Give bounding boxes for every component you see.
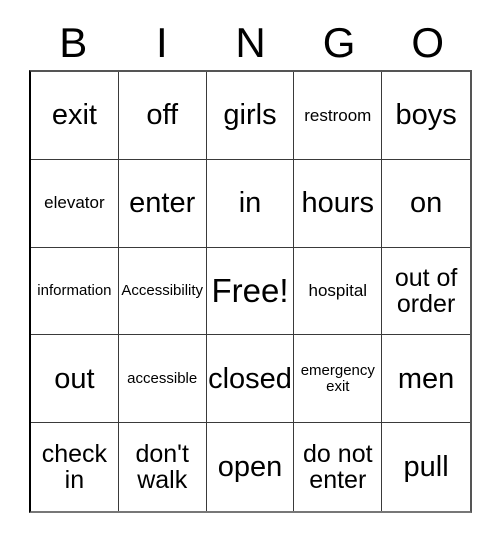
bingo-card: B I N G O exit off girls restroom boys elevat… <box>0 0 500 544</box>
bingo-cell-label: do not enter <box>303 440 373 495</box>
header-letter-text: G <box>322 19 356 66</box>
header-letter-text: I <box>156 19 168 66</box>
bingo-cell-r5c3[interactable]: open <box>206 423 295 511</box>
bingo-cell-r2c4[interactable]: hours <box>294 159 383 248</box>
bingo-cell-label: boys <box>395 99 457 132</box>
bingo-cell-label: out <box>54 362 95 395</box>
header-letter-text: N <box>235 19 266 66</box>
bingo-cell-r4c1[interactable]: out <box>31 335 119 424</box>
bingo-cell-r3c4[interactable]: hospital <box>294 247 383 336</box>
bingo-cell-label: Accessibility <box>121 282 204 300</box>
bingo-cell-r5c2[interactable]: don't walk <box>118 423 207 511</box>
bingo-header-letter-g: G <box>295 18 384 68</box>
bingo-cell-label: exit <box>51 99 97 132</box>
bingo-cell-label: Free! <box>211 271 289 309</box>
bingo-cell-label: off <box>146 99 179 132</box>
bingo-cell-label: hours <box>301 187 375 220</box>
bingo-cell-label: information <box>37 282 112 300</box>
bingo-cell-r4c5[interactable]: men <box>382 335 470 424</box>
bingo-cell-r4c4[interactable]: emergency exit <box>294 335 383 424</box>
bingo-cell-label: out of order <box>394 263 458 318</box>
bingo-cell-r1c4[interactable]: restroom <box>294 72 383 160</box>
header-letter-text: B <box>59 19 88 66</box>
bingo-cell-r2c3[interactable]: in <box>206 159 295 248</box>
bingo-cell-label: enter <box>129 187 196 220</box>
bingo-cell-label: girls <box>223 99 277 132</box>
bingo-cell-label: on <box>409 187 443 220</box>
bingo-cell-r3c3[interactable]: Free! <box>206 247 295 336</box>
bingo-cell-r1c3[interactable]: girls <box>206 72 295 160</box>
bingo-cell-r1c1[interactable]: exit <box>31 72 119 160</box>
bingo-header-letter-i: I <box>118 18 207 68</box>
bingo-cell-label: pull <box>403 451 449 484</box>
header-letter-text: O <box>411 19 444 66</box>
bingo-header-letter-b: B <box>29 18 118 68</box>
bingo-cell-r5c1[interactable]: check in <box>31 423 119 511</box>
bingo-header-row: B I N G O <box>29 18 472 68</box>
bingo-cell-r2c2[interactable]: enter <box>118 159 207 248</box>
bingo-cell-label: open <box>217 451 283 484</box>
bingo-cell-r2c1[interactable]: elevator <box>31 159 119 248</box>
bingo-cell-r3c2[interactable]: Accessibility <box>118 247 207 336</box>
bingo-cell-r5c5[interactable]: pull <box>382 423 470 511</box>
bingo-cell-label: restroom <box>304 105 372 125</box>
bingo-cell-r2c5[interactable]: on <box>382 159 470 248</box>
bingo-grid: exit off girls restroom boys elevator enter in h… <box>29 70 472 513</box>
bingo-cell-label: emergency exit <box>300 362 375 395</box>
bingo-cell-label: don't walk <box>135 440 189 495</box>
bingo-header-letter-o: O <box>383 18 472 68</box>
bingo-cell-r1c5[interactable]: boys <box>382 72 470 160</box>
bingo-cell-r4c2[interactable]: accessible <box>118 335 207 424</box>
bingo-cell-label: in <box>238 187 262 220</box>
bingo-cell-label: elevator <box>44 193 105 213</box>
bingo-cell-label: check in <box>41 440 108 495</box>
bingo-cell-r3c1[interactable]: information <box>31 247 119 336</box>
bingo-header-letter-n: N <box>206 18 295 68</box>
bingo-cell-r1c2[interactable]: off <box>118 72 207 160</box>
bingo-cell-label: accessible <box>127 369 198 387</box>
bingo-cell-r3c5[interactable]: out of order <box>382 247 470 336</box>
bingo-cell-r4c3[interactable]: closed <box>206 335 295 424</box>
bingo-cell-label: hospital <box>308 281 368 301</box>
bingo-cell-r5c4[interactable]: do not enter <box>294 423 383 511</box>
bingo-cell-label: closed <box>208 362 292 395</box>
bingo-cell-label: men <box>397 362 455 395</box>
